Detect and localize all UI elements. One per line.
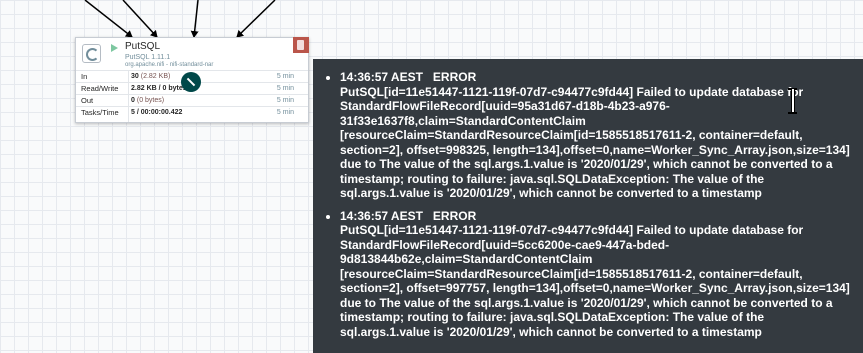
bulletin-message: PutSQL[id=11e51447-1121-119f-07d7-c94477… [340, 223, 850, 339]
processor-bundle: org.apache.nifi - nifi-standard-nar [125, 62, 214, 68]
bulletin-message: PutSQL[id=11e51447-1121-119f-07d7-c94477… [340, 84, 850, 201]
bulletin-header: 14:36:57 AEST ERROR [340, 70, 477, 84]
processor-name: PutSQL [125, 41, 161, 52]
bulletin-list: 14:36:57 AEST ERROR PutSQL[id=11e51447-1… [313, 59, 863, 339]
stat-time: 5 min [276, 109, 294, 116]
bulletin-tooltip: 14:36:57 AEST ERROR PutSQL[id=11e51447-1… [313, 59, 863, 353]
bulletin-indicator-icon[interactable] [181, 72, 201, 92]
processor-type: PutSQL 1.11.1 [125, 54, 171, 61]
connection-line[interactable] [236, 0, 276, 38]
connection-line[interactable] [122, 0, 158, 38]
bulletin-header: 14:36:57 AEST ERROR [340, 208, 477, 223]
processor-icon [82, 44, 101, 63]
arrow-icon [186, 77, 196, 87]
running-play-icon [111, 44, 118, 52]
stat-row-out: Out 0 (0 bytes) 5 min [76, 94, 308, 106]
sticky-note-icon [297, 40, 304, 50]
bulletin-item: 14:36:57 AEST ERROR PutSQL[id=11e51447-1… [340, 70, 853, 201]
bulletin-warning-icon[interactable] [293, 37, 309, 53]
connection-line[interactable] [190, 0, 199, 38]
stat-label: Tasks/Time [81, 108, 119, 117]
stat-row-tasks-time: Tasks/Time 5 / 00:00:00.422 5 min [76, 106, 308, 118]
stat-value: 5 / 00:00:00.422 [131, 109, 183, 116]
connection-line[interactable] [84, 0, 133, 38]
processor-header: PutSQL PutSQL 1.11.1 org.apache.nifi - n… [76, 37, 309, 70]
bulletin-item: 14:36:57 AEST ERROR PutSQL[id=11e51447-1… [340, 209, 853, 340]
